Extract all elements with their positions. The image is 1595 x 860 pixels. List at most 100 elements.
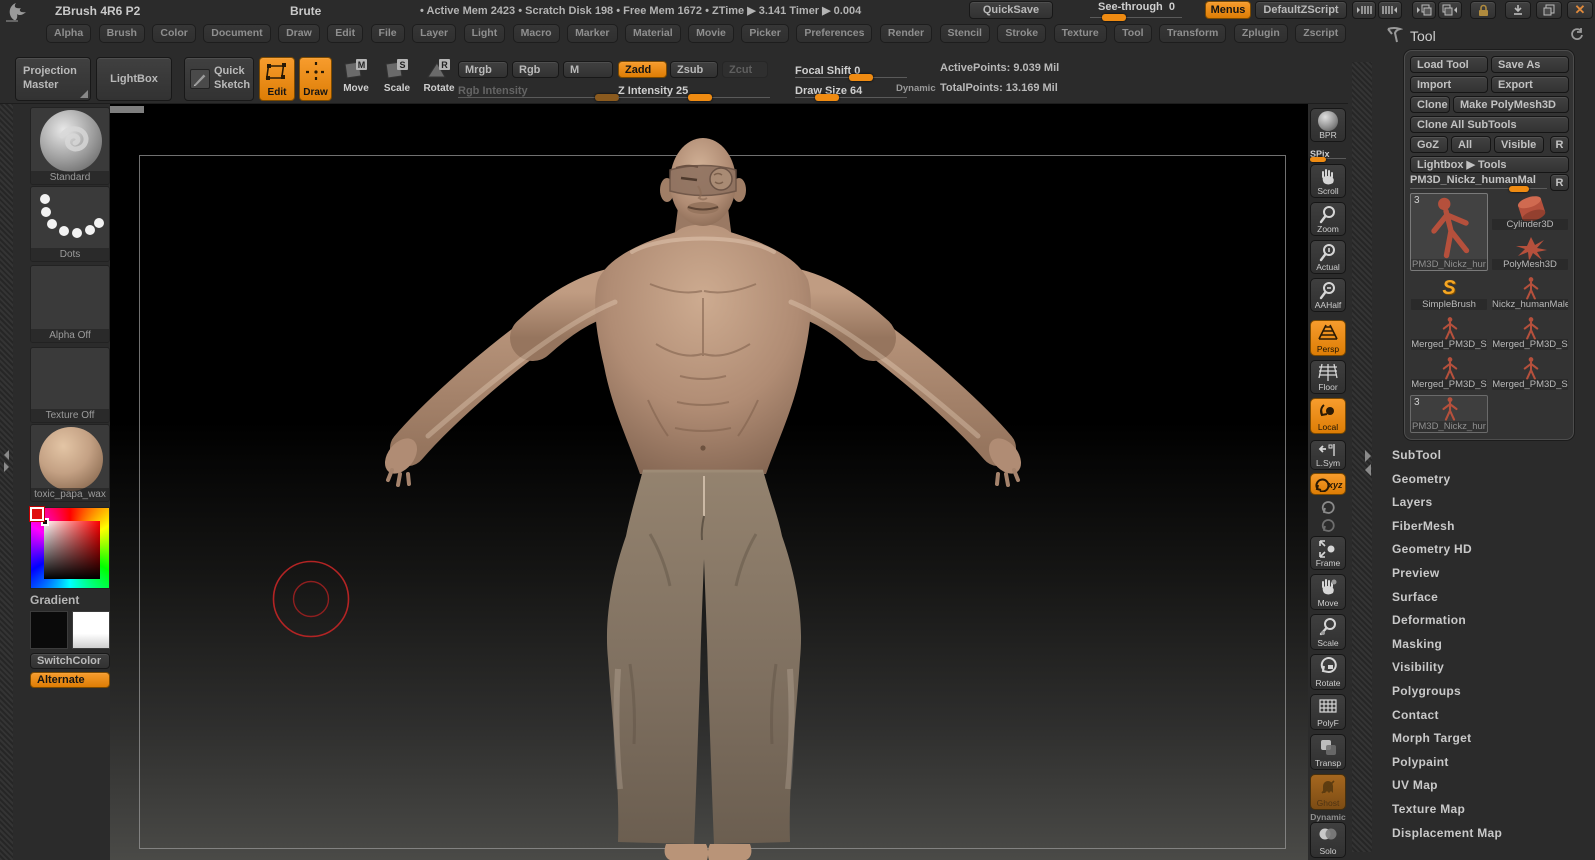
clone-button[interactable]: Clone	[1410, 96, 1450, 113]
menu-movie[interactable]: Movie	[688, 23, 734, 43]
section-visibility[interactable]: Visibility	[1392, 656, 1592, 680]
section-preview[interactable]: Preview	[1392, 562, 1592, 586]
tool-thumbnail-pm3d-2[interactable]: 3 PM3D_Nickz_hur	[1410, 395, 1488, 433]
z-intensity-handle[interactable]	[687, 94, 712, 101]
polyf-button[interactable]: PolyF	[1310, 694, 1346, 730]
lock-button[interactable]	[1470, 1, 1496, 19]
menu-macro[interactable]: Macro	[512, 23, 560, 43]
alternate-button[interactable]: Alternate	[30, 672, 110, 688]
menu-light[interactable]: Light	[463, 23, 506, 43]
right-tray-divider-handle[interactable]	[1362, 448, 1374, 476]
z-intensity-slider[interactable]: Z Intensity 25	[618, 81, 770, 101]
draw-size-handle[interactable]	[815, 94, 840, 101]
move-3d-button[interactable]: Move	[1310, 574, 1346, 610]
rgb-intensity-handle[interactable]	[594, 94, 619, 101]
section-contact[interactable]: Contact	[1392, 704, 1592, 728]
tool-thumbnail-merged-4[interactable]: Merged_PM3D_S	[1491, 355, 1569, 391]
move-gyro-button[interactable]: M Move	[339, 57, 373, 101]
menu-render[interactable]: Render	[879, 23, 933, 43]
section-geometry-hd[interactable]: Geometry HD	[1392, 538, 1592, 562]
clone-all-subtools-button[interactable]: Clone All SubTools	[1410, 116, 1569, 133]
export-button[interactable]: Export	[1491, 76, 1569, 93]
zcut-button[interactable]: Zcut	[722, 61, 768, 78]
menu-alpha[interactable]: Alpha	[46, 23, 92, 43]
menu-color[interactable]: Color	[152, 23, 196, 43]
make-polymesh3d-button[interactable]: Make PolyMesh3D	[1453, 96, 1569, 113]
left-tray-divider-handle[interactable]	[1, 448, 12, 474]
menu-layer[interactable]: Layer	[412, 23, 457, 43]
rotate-z-button[interactable]	[1316, 516, 1340, 533]
menu-preferences[interactable]: Preferences	[796, 23, 873, 43]
mrgb-button[interactable]: Mrgb	[458, 61, 508, 78]
zsub-button[interactable]: Zsub	[670, 61, 718, 78]
tool-thumbnail-selected[interactable]: 3 PM3D_Nickz_hur	[1410, 193, 1488, 271]
current-tool-slider[interactable]: PM3D_Nickz_humanMal	[1410, 174, 1547, 192]
load-tool-button[interactable]: Load Tool	[1410, 56, 1488, 73]
xyz-button[interactable]: xyz	[1310, 473, 1346, 495]
save-as-button[interactable]: Save As	[1491, 56, 1569, 73]
section-subtool[interactable]: SubTool	[1392, 444, 1592, 468]
tool-thumbnail-merged-3[interactable]: Merged_PM3D_S	[1410, 355, 1488, 391]
section-displacement-map[interactable]: Displacement Map	[1392, 822, 1592, 846]
canvas[interactable]	[110, 104, 1308, 860]
m-button[interactable]: M	[563, 61, 613, 78]
menu-picker[interactable]: Picker	[741, 23, 789, 43]
zoom-button[interactable]: Zoom	[1310, 202, 1346, 236]
prev-ui-layout-button[interactable]	[1412, 1, 1436, 19]
tool-thumbnail-merged-1[interactable]: Merged_PM3D_S	[1410, 315, 1488, 351]
rgb-button[interactable]: Rgb	[512, 61, 559, 78]
lightbox-button[interactable]: LightBox	[96, 57, 172, 101]
color-picker[interactable]	[29, 506, 110, 589]
default-zscript-button[interactable]: DefaultZScript	[1255, 1, 1347, 19]
menu-file[interactable]: File	[370, 23, 405, 43]
dynamic-label[interactable]: Dynamic	[896, 83, 936, 94]
menu-marker[interactable]: Marker	[567, 23, 618, 43]
goz-visible-button[interactable]: Visible	[1494, 136, 1544, 153]
aahalf-button[interactable]: AAHalf	[1310, 278, 1346, 312]
current-stroke-tile[interactable]: Dots	[30, 186, 110, 262]
switch-color-button[interactable]: SwitchColor	[30, 653, 110, 669]
section-geometry[interactable]: Geometry	[1392, 468, 1592, 492]
section-layers[interactable]: Layers	[1392, 491, 1592, 515]
menus-button[interactable]: Menus	[1205, 1, 1251, 19]
section-fibermesh[interactable]: FiberMesh	[1392, 515, 1592, 539]
rgb-intensity-slider[interactable]: Rgb Intensity	[458, 81, 619, 101]
see-through-slider[interactable]: See-through 0	[1090, 1, 1182, 21]
section-morph-target[interactable]: Morph Target	[1392, 727, 1592, 751]
section-surface[interactable]: Surface	[1392, 586, 1592, 610]
ghost-button[interactable]: Ghost	[1310, 774, 1346, 810]
current-tool-handle[interactable]	[1508, 186, 1529, 192]
current-brush-tile[interactable]: Standard	[30, 107, 110, 185]
focal-shift-handle[interactable]	[848, 74, 873, 81]
shrink-right-tray-button[interactable]	[1378, 1, 1402, 19]
menu-document[interactable]: Document	[203, 23, 271, 43]
scroll-button[interactable]: Scroll	[1310, 164, 1346, 198]
floor-button[interactable]: Floor	[1310, 360, 1346, 394]
goz-r-button[interactable]: R	[1550, 136, 1569, 153]
transp-button[interactable]: Transp	[1310, 734, 1346, 770]
draw-size-slider[interactable]: Draw Size 64	[795, 81, 907, 101]
secondary-color-swatch[interactable]	[72, 611, 110, 649]
spix-handle[interactable]	[1310, 157, 1326, 162]
minimize-button[interactable]	[1505, 1, 1531, 19]
local-button[interactable]: Local	[1310, 398, 1346, 434]
shrink-left-tray-button[interactable]	[1352, 1, 1376, 19]
menu-stencil[interactable]: Stencil	[939, 23, 990, 43]
section-polygroups[interactable]: Polygroups	[1392, 680, 1592, 704]
persp-button[interactable]: Persp	[1310, 320, 1346, 356]
menu-draw[interactable]: Draw	[278, 23, 320, 43]
scale-3d-button[interactable]: Scale	[1310, 614, 1346, 650]
section-texture-map[interactable]: Texture Map	[1392, 798, 1592, 822]
frame-button[interactable]: Frame	[1310, 536, 1346, 570]
edit-button[interactable]: Edit	[259, 57, 295, 101]
gradient-label[interactable]: Gradient	[30, 593, 110, 608]
projection-master-button[interactable]: Projection Master	[15, 57, 91, 101]
section-masking[interactable]: Masking	[1392, 633, 1592, 657]
spix-slider[interactable]: SPix	[1310, 144, 1346, 162]
main-color-swatch[interactable]	[30, 611, 68, 649]
tool-thumbnail-nickz-humanmale[interactable]: Nickz_humanMale	[1491, 275, 1569, 311]
lightbox-tools-button[interactable]: Lightbox ▶ Tools	[1410, 156, 1569, 173]
close-button[interactable]: ✕	[1567, 1, 1593, 19]
actual-button[interactable]: Actual	[1310, 240, 1346, 274]
tool-thumbnail-polymesh3d[interactable]: PolyMesh3D	[1491, 235, 1569, 271]
